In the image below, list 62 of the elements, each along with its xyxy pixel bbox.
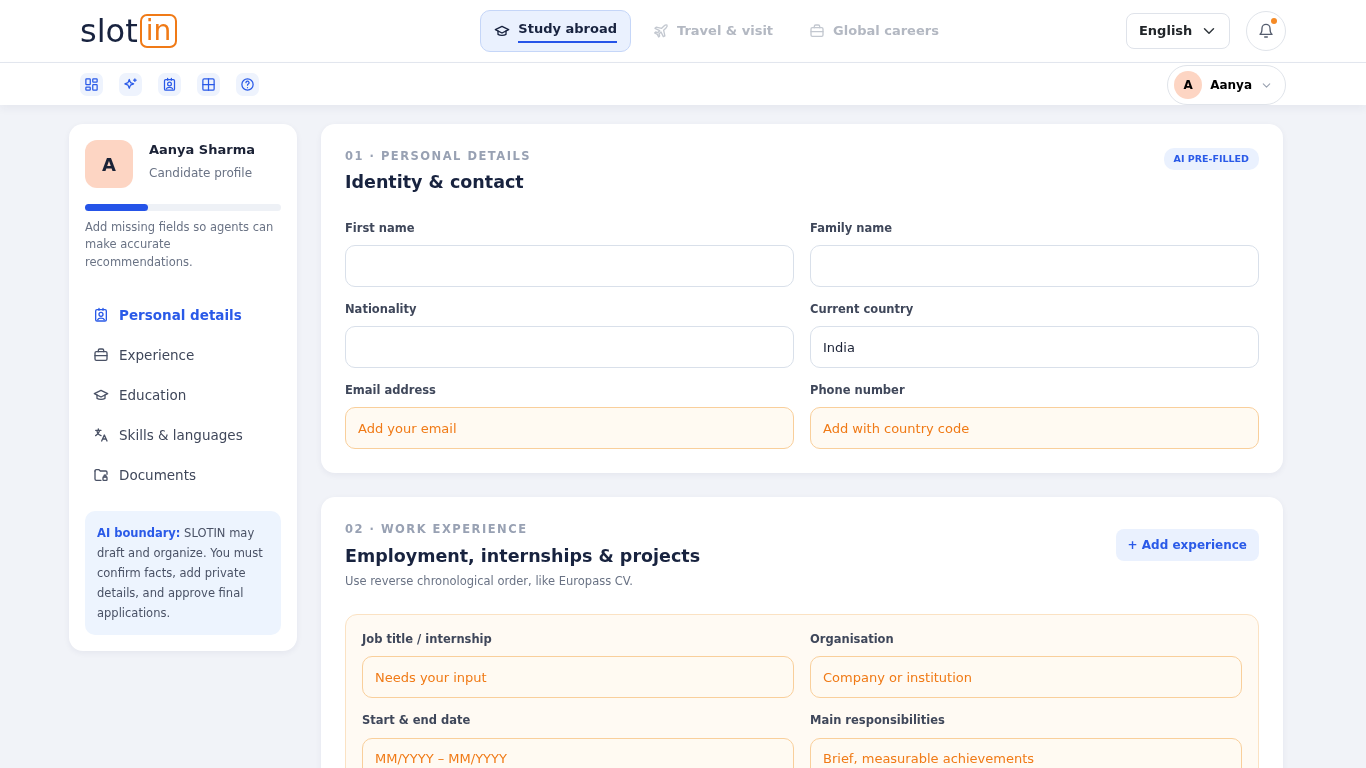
logo[interactable]: slot in bbox=[80, 14, 178, 48]
notification-button[interactable] bbox=[1246, 11, 1286, 51]
bell-icon bbox=[1258, 23, 1274, 39]
ai-boundary-notice: AI boundary: SLOTIN may draft and organize. You must confirm facts, add private details, and approve final applications. bbox=[85, 510, 281, 635]
section-eyebrow: 01 · PERSONAL DETAILS bbox=[345, 148, 532, 165]
input-field[interactable]: Add your email bbox=[345, 407, 794, 450]
folder-lock-icon bbox=[93, 466, 109, 483]
user-menu[interactable]: A Aanya bbox=[1167, 65, 1286, 105]
toolbar-button[interactable] bbox=[119, 72, 142, 96]
help-icon bbox=[240, 76, 255, 92]
section-subtitle: Use reverse chronological order, like Europass CV. bbox=[345, 572, 634, 590]
section-eyebrow: 02 · WORK EXPERIENCE bbox=[345, 521, 529, 539]
section-link[interactable]: Documents bbox=[93, 454, 281, 495]
field-label: Main responsibilities bbox=[810, 712, 946, 730]
section-link[interactable]: Experience bbox=[93, 334, 281, 375]
profile-name: Aanya Sharma bbox=[149, 141, 255, 159]
plane-icon bbox=[652, 23, 669, 39]
grid-icon bbox=[201, 76, 216, 92]
status-badge: AI PRE-FILLED bbox=[1163, 148, 1259, 171]
input-field[interactable]: Add with country code bbox=[810, 407, 1259, 450]
briefcase-icon bbox=[93, 346, 109, 363]
dashboard-icon bbox=[84, 76, 99, 92]
graduation-cap-icon bbox=[494, 23, 511, 39]
add-experience-button[interactable]: + Add experience bbox=[1115, 529, 1259, 562]
input-field[interactable] bbox=[345, 326, 794, 368]
avatar: A bbox=[85, 140, 133, 188]
toolbar-button[interactable] bbox=[80, 72, 103, 96]
field-label: Organisation bbox=[810, 631, 895, 648]
translate-icon bbox=[93, 426, 109, 443]
toolbar-button[interactable] bbox=[197, 72, 220, 96]
field-label: First name bbox=[345, 219, 416, 237]
input-field[interactable]: Company or institution bbox=[810, 656, 1242, 699]
sparkle-icon bbox=[123, 76, 138, 92]
input-field[interactable]: MM/YYYY – MM/YYYY bbox=[362, 737, 794, 768]
input-field[interactable] bbox=[345, 244, 794, 287]
briefcase-icon bbox=[809, 23, 826, 39]
language-select[interactable]: English bbox=[1126, 13, 1230, 49]
profile-subtitle: Candidate profile bbox=[149, 164, 254, 182]
contact-card-icon bbox=[93, 306, 109, 323]
input-field[interactable] bbox=[810, 244, 1259, 287]
contact-card-icon bbox=[162, 76, 177, 92]
user-name: Aanya bbox=[1210, 77, 1252, 94]
section-link[interactable]: Skills & languages bbox=[93, 414, 281, 455]
toolbar-button[interactable] bbox=[236, 72, 259, 96]
profile-hint: Add missing fields so agents can make accurate recommendations. bbox=[85, 219, 275, 271]
section-title: Identity & contact bbox=[345, 171, 525, 195]
field-label: Start & end date bbox=[362, 712, 472, 730]
input-field[interactable]: India bbox=[810, 326, 1259, 368]
field-label: Email address bbox=[345, 382, 437, 399]
field-label: Job title / internship bbox=[362, 631, 493, 648]
input-field[interactable]: Needs your input bbox=[362, 656, 794, 699]
avatar: A bbox=[1174, 71, 1203, 99]
field-label: Phone number bbox=[810, 382, 906, 399]
field-label: Family name bbox=[810, 219, 894, 237]
toolbar-button[interactable] bbox=[158, 72, 181, 96]
mode-tab[interactable]: Study abroad bbox=[480, 9, 631, 53]
section-title: Employment, internships & projects bbox=[345, 544, 701, 568]
section-link[interactable]: Education bbox=[93, 374, 281, 415]
field-label: Nationality bbox=[345, 300, 418, 318]
section-link[interactable]: Personal details bbox=[93, 294, 281, 335]
field-label: Current country bbox=[810, 300, 915, 318]
input-field[interactable]: Brief, measurable achievements bbox=[810, 737, 1242, 768]
